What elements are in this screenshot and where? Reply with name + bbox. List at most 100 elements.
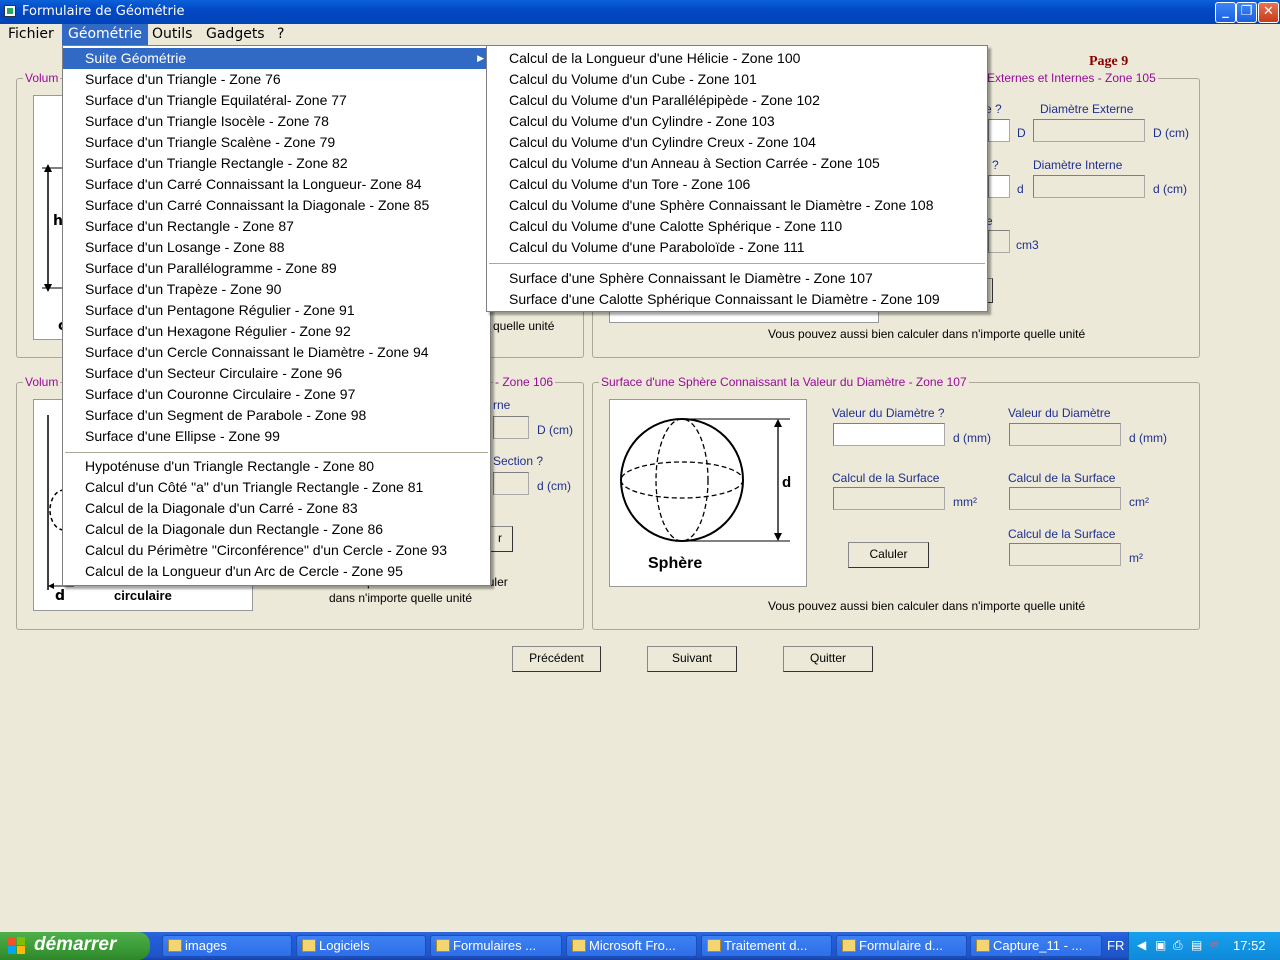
- suite-menu-item-5[interactable]: Calcul du Volume d'un Anneau à Section C…: [487, 153, 987, 174]
- geometrie-menu-item-8[interactable]: Surface d'un Losange - Zone 88: [63, 237, 490, 258]
- calculate-button[interactable]: Caluler: [848, 542, 929, 568]
- geometrie-menu-item-3[interactable]: Surface d'un Triangle Scalène - Zone 79: [63, 132, 490, 153]
- submenu-arrow-icon: ▶: [477, 53, 484, 63]
- taskbar-app-icon: [436, 939, 450, 952]
- taskbar: démarrer images Logiciels Formulaires ... M…: [0, 932, 1280, 960]
- geometrie-menu-item-13[interactable]: Surface d'un Cercle Connaissant le Diamè…: [63, 342, 490, 363]
- geometrie-dropdown: Suite Géométrie ▶ Surface d'un Triangle -…: [62, 45, 491, 586]
- geometrie-menu-item-17[interactable]: Surface d'une Ellipse - Zone 99: [63, 426, 490, 447]
- menu-help[interactable]: ?: [271, 24, 290, 45]
- previous-button[interactable]: Précédent: [512, 646, 601, 672]
- taskbar-item-1[interactable]: Logiciels: [296, 935, 426, 957]
- next-button[interactable]: Suivant: [647, 646, 737, 672]
- language-indicator[interactable]: FR: [1107, 938, 1124, 953]
- close-button[interactable]: ✕: [1258, 2, 1279, 23]
- unit-D: D: [1017, 126, 1026, 140]
- suite-menu-item-6[interactable]: Calcul du Volume d'un Tore - Zone 106: [487, 174, 987, 195]
- tray-expand-icon[interactable]: ◀: [1137, 938, 1146, 952]
- taskbar-app-icon: [842, 939, 856, 952]
- taskbar-item-2[interactable]: Formulaires ...: [430, 935, 562, 957]
- suite-menu-item-7[interactable]: Calcul du Volume d'une Sphère Connaissan…: [487, 195, 987, 216]
- label-int: Diamètre Interne: [1033, 158, 1123, 172]
- geometrie-menu-item-5[interactable]: Surface d'un Carré Connaissant la Longue…: [63, 174, 490, 195]
- taskbar-item-label: Capture_11 - ...: [993, 938, 1083, 953]
- taskbar-item-5[interactable]: Formulaire d...: [836, 935, 967, 957]
- suite-menu-item-b-1[interactable]: Surface d'une Calotte Sphérique Connaiss…: [487, 289, 987, 310]
- geometrie-menu-item-10[interactable]: Surface d'un Trapèze - Zone 90: [63, 279, 490, 300]
- taskbar-item-6[interactable]: Capture_11 - ...: [970, 935, 1102, 957]
- geometrie-menu-item-16[interactable]: Surface d'un Segment de Parabole - Zone …: [63, 405, 490, 426]
- suite-menu-item-1[interactable]: Calcul du Volume d'un Cube - Zone 101: [487, 69, 987, 90]
- taskbar-item-label: Formulaire d...: [859, 938, 943, 953]
- geometrie-menu-item-12[interactable]: Surface d'un Hexagone Régulier - Zone 92: [63, 321, 490, 342]
- suite-menu-item-4[interactable]: Calcul du Volume d'un Cylindre Creux - Z…: [487, 132, 987, 153]
- geometrie-menu-item-11[interactable]: Surface d'un Pentagone Régulier - Zone 9…: [63, 300, 490, 321]
- taskbar-item-0[interactable]: images: [162, 935, 292, 957]
- title-bar: Formulaire de Géométrie _ ❐ ✕: [0, 0, 1280, 24]
- suite-menu-item-0[interactable]: Calcul de la Longueur d'une Hélicie - Zo…: [487, 48, 987, 69]
- menu-outils[interactable]: Outils: [146, 24, 198, 45]
- input-int-value[interactable]: [988, 175, 1010, 198]
- geometrie-menu-item-9[interactable]: Surface d'un Parallélogramme - Zone 89: [63, 258, 490, 279]
- unit-m2: m²: [1129, 551, 1143, 565]
- taskbar-item-label: Formulaires ...: [453, 938, 537, 953]
- unit-Dcm: D (cm): [1153, 126, 1189, 140]
- restore-button[interactable]: ❐: [1236, 2, 1257, 23]
- geometrie-menu-item-15[interactable]: Surface d'un Couronne Circulaire - Zone …: [63, 384, 490, 405]
- start-button[interactable]: démarrer: [0, 932, 150, 960]
- geometrie-menu-item-b-4[interactable]: Calcul du Périmètre "Circonférence" d'un…: [63, 540, 490, 561]
- windows-logo-icon: [8, 937, 26, 955]
- panel-top-left-note: quelle unité: [493, 319, 555, 333]
- panel-bottom-left-note-2: dans n'importe quelle unité: [329, 591, 473, 605]
- taskbar-item-label: Traitement d...: [724, 938, 808, 953]
- unit-dmm: d (mm): [953, 431, 991, 445]
- menu-gadgets[interactable]: Gadgets: [200, 24, 271, 45]
- unit-dcm: d (cm): [1153, 182, 1187, 196]
- menu-item-suite-geometrie[interactable]: Suite Géométrie ▶: [63, 48, 490, 69]
- diameter-input[interactable]: [833, 423, 945, 446]
- unit-cm3: cm3: [1016, 238, 1039, 252]
- geometrie-menu-item-2[interactable]: Surface d'un Triangle Isocèle - Zone 78: [63, 111, 490, 132]
- printer-icon[interactable]: ⎙: [1173, 938, 1183, 953]
- output-volume: [988, 230, 1010, 253]
- suite-menu-item-9[interactable]: Calcul du Volume d'une Paraboloïde - Zon…: [487, 237, 987, 258]
- panel-top-left-legend: Volum: [23, 71, 61, 85]
- taskbar-item-3[interactable]: Microsoft Fro...: [566, 935, 697, 957]
- sphere-caption: Sphère: [648, 555, 703, 572]
- menu-geometrie[interactable]: Géométrie: [62, 24, 149, 45]
- window-title: Formulaire de Géométrie: [22, 4, 185, 19]
- geometrie-menu-item-4[interactable]: Surface d'un Triangle Rectangle - Zone 8…: [63, 153, 490, 174]
- geometrie-menu-item-6[interactable]: Surface d'un Carré Connaissant la Diagon…: [63, 195, 490, 216]
- geometrie-menu-item-b-2[interactable]: Calcul de la Diagonale d'un Carré - Zone…: [63, 498, 490, 519]
- suite-menu-item-b-0[interactable]: Surface d'une Sphère Connaissant le Diam…: [487, 268, 987, 289]
- panel-bottom-right-note: Vous pouvez aussi bien calculer dans n'i…: [768, 599, 1086, 613]
- tray-app-icon[interactable]: ▤: [1191, 938, 1202, 952]
- taskbar-item-4[interactable]: Traitement d...: [701, 935, 832, 957]
- tray-infinity-icon[interactable]: ∞: [1209, 937, 1219, 951]
- menu-bar: Fichier Géométrie Outils Gadgets ?: [0, 24, 1280, 45]
- minimize-button[interactable]: _: [1215, 2, 1236, 23]
- suite-menu-item-2[interactable]: Calcul du Volume d'un Parallélépipède - …: [487, 90, 987, 111]
- geometrie-menu-item-1[interactable]: Surface d'un Triangle Equilatéral- Zone …: [63, 90, 490, 111]
- geometrie-menu-item-b-0[interactable]: Hypoténuse d'un Triangle Rectangle - Zon…: [63, 456, 490, 477]
- geometrie-menu-item-b-3[interactable]: Calcul de la Diagonale dun Rectangle - Z…: [63, 519, 490, 540]
- geometrie-menu-item-14[interactable]: Surface d'un Secteur Circulaire - Zone 9…: [63, 363, 490, 384]
- taskbar-app-icon: [168, 939, 182, 952]
- menu-fichier[interactable]: Fichier: [2, 24, 60, 45]
- suite-menu-item-8[interactable]: Calcul du Volume d'une Calotte Sphérique…: [487, 216, 987, 237]
- geometrie-menu-item-7[interactable]: Surface d'un Rectangle - Zone 87: [63, 216, 490, 237]
- taskbar-item-label: Logiciels: [319, 938, 370, 953]
- unit-torus-d: d (cm): [537, 479, 571, 493]
- quit-button[interactable]: Quitter: [783, 646, 873, 672]
- label-surface-mm2: Calcul de la Surface: [832, 471, 940, 485]
- geometrie-menu-item-0[interactable]: Surface d'un Triangle - Zone 76: [63, 69, 490, 90]
- suite-menu-item-3[interactable]: Calcul du Volume d'un Cylindre - Zone 10…: [487, 111, 987, 132]
- label-rne: rne: [493, 398, 511, 412]
- geometrie-menu-item-b-1[interactable]: Calcul d'un Côté "a" d'un Triangle Recta…: [63, 477, 490, 498]
- output-torus-D: [493, 416, 529, 439]
- geometrie-menu-item-b-5[interactable]: Calcul de la Longueur d'un Arc de Cercle…: [63, 561, 490, 582]
- input-ext-value[interactable]: [988, 119, 1010, 142]
- system-tray: FR ◀ ▣ ⎙ ▤ ∞ 17:52: [1107, 932, 1280, 960]
- suite-geometrie-submenu: Calcul de la Longueur d'une Hélicie - Zo…: [486, 45, 988, 312]
- network-icon[interactable]: ▣: [1155, 938, 1166, 952]
